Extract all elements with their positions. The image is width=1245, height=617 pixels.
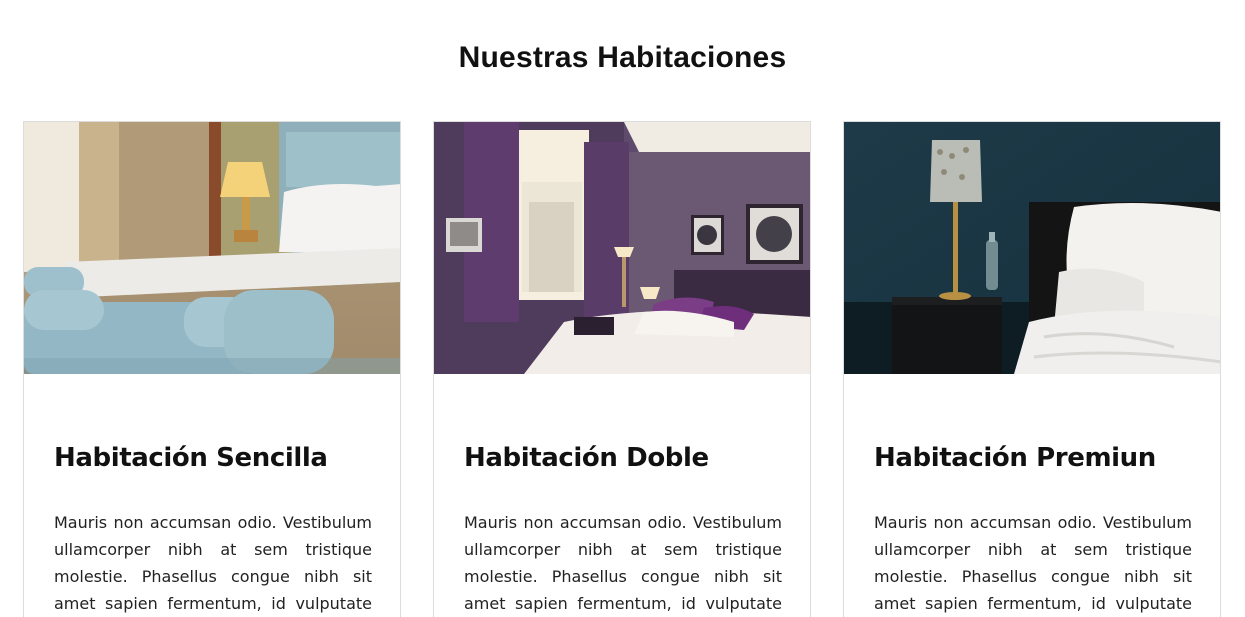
room-description: Mauris non accumsan odio. Vestibulum ull…: [874, 513, 1192, 613]
room-description: Mauris non accumsan odio. Vestibulum ull…: [54, 513, 372, 613]
room-card-sencilla[interactable]: Habitación Sencilla Mauris non accumsan …: [23, 121, 401, 617]
room-title: Habitación Doble: [464, 443, 709, 473]
room-image[interactable]: [844, 122, 1220, 374]
room-description: Mauris non accumsan odio. Vestibulum ull…: [464, 513, 782, 613]
section-title: Nuestras Habitaciones: [458, 41, 787, 74]
room-title: Habitación Sencilla: [54, 443, 328, 473]
room-title: Habitación Premiun: [874, 443, 1156, 473]
room-card-premiun[interactable]: Habitación Premiun Mauris non accumsan o…: [843, 121, 1221, 617]
room-image[interactable]: [24, 122, 400, 374]
room-image[interactable]: [434, 122, 810, 374]
room-card-doble[interactable]: Habitación Doble Mauris non accumsan odi…: [433, 121, 811, 617]
